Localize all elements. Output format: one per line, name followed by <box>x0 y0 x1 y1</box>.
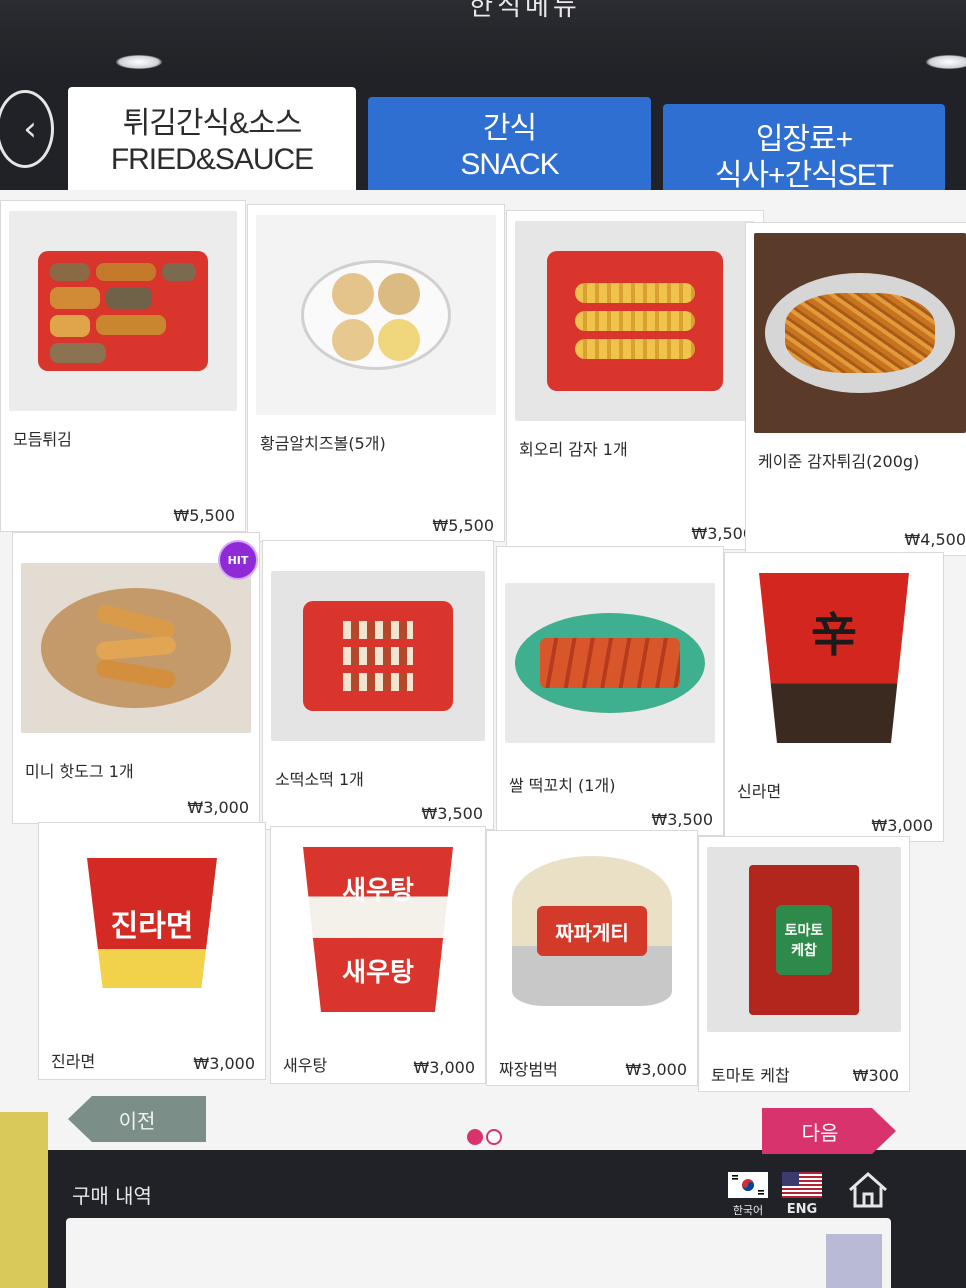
product-price: ₩3,000 <box>187 798 249 817</box>
korea-flag-icon <box>728 1172 768 1198</box>
product-price: ₩3,500 <box>691 524 753 543</box>
tab-label-english: SNACK <box>460 148 559 181</box>
tab-label-korean: 튀김간식&소스 <box>122 107 303 140</box>
product-image-saeutang: 새우탕 새우탕 <box>279 837 477 1022</box>
product-name: 신라면 <box>737 782 782 801</box>
prev-page-button[interactable]: 이전 <box>68 1096 206 1142</box>
home-icon[interactable] <box>846 1168 890 1212</box>
product-card[interactable]: 황금알치즈볼(5개) ₩5,500 <box>247 204 505 542</box>
purchase-history-list <box>66 1218 891 1288</box>
tab-label-english: FRIED&SAUCE <box>110 143 314 176</box>
chevron-left-icon: ‹ <box>23 109 37 149</box>
history-scrollbar[interactable] <box>826 1234 882 1288</box>
product-card[interactable]: 케이준 감자튀김(200g) ₩4,500 <box>745 222 966 556</box>
product-card[interactable]: 진라면 진라면 ₩3,000 <box>38 822 266 1080</box>
page-indicator <box>467 1129 502 1145</box>
product-image-cheese-balls <box>256 215 496 415</box>
product-card[interactable]: 소떡소떡 1개 ₩3,500 <box>262 540 494 830</box>
product-price: ₩5,500 <box>173 506 235 525</box>
product-price: ₩3,000 <box>625 1060 687 1079</box>
product-card[interactable]: 토마토 케찹 토마토 케찹 ₩300 <box>698 836 910 1092</box>
product-price: ₩3,500 <box>651 810 713 829</box>
product-card[interactable]: 미니 핫도그 1개 ₩3,000 <box>12 532 260 824</box>
product-name: 쌀 떡꼬치 (1개) <box>509 776 616 795</box>
product-image-sotteok <box>271 571 485 741</box>
product-image-mixed-fried <box>9 211 237 411</box>
product-name: 모듬튀김 <box>13 430 72 449</box>
page-dot[interactable] <box>486 1129 502 1145</box>
product-name: 미니 핫도그 1개 <box>25 762 134 781</box>
language-label: 한국어 <box>732 1204 764 1217</box>
product-price: ₩3,000 <box>413 1058 475 1077</box>
product-image-cajun-fries <box>754 233 966 433</box>
product-image-jjajang-beombeok: 짜파게티 <box>495 841 689 1021</box>
product-price: ₩300 <box>852 1066 899 1085</box>
product-name: 황금알치즈볼(5개) <box>260 434 386 453</box>
product-card[interactable]: 회오리 감자 1개 ₩3,500 <box>506 210 764 550</box>
product-card[interactable]: 짜파게티 짜장범벅 ₩3,000 <box>486 830 698 1086</box>
purchase-history-label: 구매 내역 <box>72 1184 152 1208</box>
hit-badge: HIT <box>218 540 258 580</box>
product-image-mini-hotdog <box>21 563 251 733</box>
tab-label-line1: 입장료+ <box>755 123 853 156</box>
background-object <box>0 1112 48 1288</box>
us-flag-icon <box>782 1172 822 1198</box>
product-card[interactable]: 모듬튀김 ₩5,500 <box>0 200 246 532</box>
next-page-button[interactable]: 다음 <box>762 1108 896 1154</box>
product-name: 케이준 감자튀김(200g) <box>758 452 920 471</box>
tab-label-line2: 식사+간식SET <box>714 159 894 192</box>
product-image-shin-ramyun: 辛 <box>733 563 935 753</box>
product-image-tomato-ketchup: 토마토 케찹 <box>707 847 901 1032</box>
product-image-rice-cake-skewer <box>505 583 715 743</box>
ceiling-light-reflection <box>116 55 162 69</box>
product-price: ₩4,500 <box>904 530 966 549</box>
product-card[interactable]: 새우탕 새우탕 새우탕 ₩3,000 <box>270 826 486 1084</box>
product-price: ₩3,000 <box>193 1054 255 1073</box>
language-label: ENG <box>786 1202 818 1217</box>
product-price: ₩3,000 <box>871 816 933 835</box>
page-header-title: 한식메뉴 <box>440 0 610 22</box>
ceiling-light-reflection <box>926 55 966 69</box>
product-price: ₩5,500 <box>432 516 494 535</box>
product-price: ₩3,500 <box>421 804 483 823</box>
product-card[interactable]: 辛 신라면 ₩3,000 <box>724 552 944 842</box>
page-dot-active[interactable] <box>467 1129 483 1145</box>
tab-label-korean: 간식 <box>482 112 537 145</box>
language-korean-button[interactable]: 한국어 <box>728 1172 768 1218</box>
language-english-button[interactable]: ENG <box>782 1172 822 1217</box>
product-name: 소떡소떡 1개 <box>275 770 364 789</box>
tab-fried-sauce[interactable]: 튀김간식&소스 FRIED&SAUCE <box>68 87 356 197</box>
product-name: 회오리 감자 1개 <box>519 440 628 459</box>
product-image-jin-ramen: 진라면 <box>47 833 257 1013</box>
product-card[interactable]: 쌀 떡꼬치 (1개) ₩3,500 <box>496 546 724 836</box>
tab-snack[interactable]: 간식 SNACK <box>368 97 651 197</box>
product-image-tornado-potato <box>515 221 755 421</box>
